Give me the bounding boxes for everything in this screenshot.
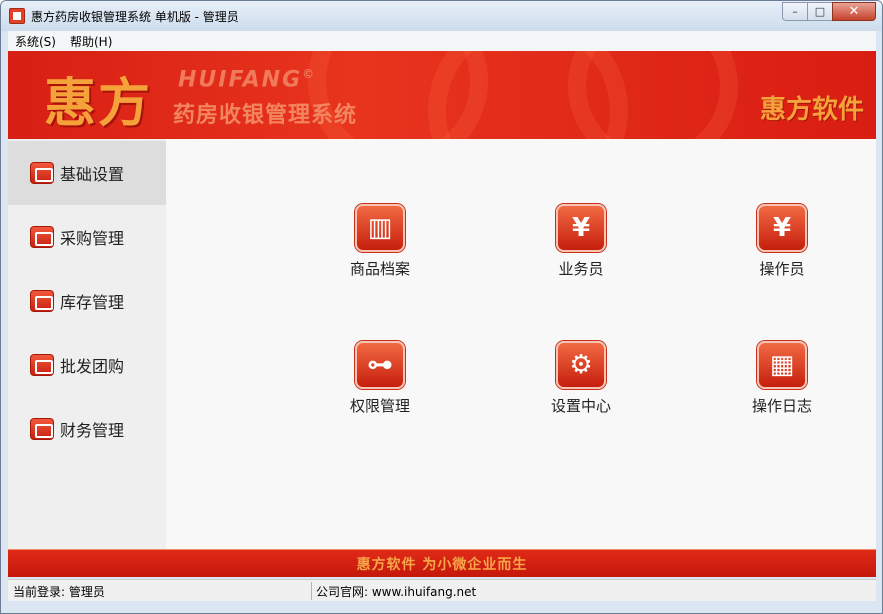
client-area: 惠方 HUIFANG© 药房收银管理系统 惠方软件 基础设置 采购管理 库存管理… — [8, 51, 876, 577]
minimize-button[interactable]: – — [782, 2, 808, 21]
tile-salesperson[interactable]: ¥ 业务员 — [511, 204, 651, 294]
tile-label: 商品档案 — [349, 260, 410, 278]
sidebar-item-label: 采购管理 — [60, 229, 125, 248]
product-files-icon: ▥ — [355, 204, 405, 252]
tile-operator[interactable]: ¥ 操作员 — [712, 204, 852, 294]
tile-glyph: ▦ — [769, 350, 795, 380]
log-table-icon: ▦ — [757, 341, 807, 389]
banner-decoration — [568, 51, 738, 139]
tile-label: 业务员 — [558, 260, 604, 278]
sidebar: 基础设置 采购管理 库存管理 批发团购 财务管理 — [8, 139, 166, 549]
status-bar: 当前登录: 管理员 公司官网: www.ihuifang.net — [8, 579, 876, 601]
sidebar-item-basic-settings[interactable]: 基础设置 — [8, 141, 166, 205]
tile-product-files[interactable]: ▥ 商品档案 — [310, 204, 450, 294]
tile-glyph: ⚙ — [569, 350, 593, 380]
sidebar-item-finance[interactable]: 财务管理 — [8, 397, 166, 461]
wholesale-icon — [30, 354, 54, 376]
window-controls: – □ ✕ — [782, 2, 876, 21]
app-icon — [9, 8, 25, 24]
purchase-icon — [30, 226, 54, 248]
logo-en-text: HUIFANG — [178, 67, 303, 93]
salesperson-icon: ¥ — [556, 204, 606, 252]
permission-icon: ⊶ — [355, 341, 405, 389]
sidebar-item-purchase[interactable]: 采购管理 — [8, 205, 166, 269]
tile-glyph: ▥ — [367, 213, 393, 243]
system-subtitle: 药房收银管理系统 — [173, 103, 358, 128]
sidebar-item-label: 库存管理 — [60, 293, 125, 312]
tile-permission[interactable]: ⊶ 权限管理 — [310, 341, 450, 431]
sidebar-item-label: 批发团购 — [60, 357, 125, 376]
tile-label: 操作日志 — [751, 397, 812, 415]
menu-system[interactable]: 系统(S) — [8, 33, 63, 50]
title-bar[interactable]: 惠方药房收银管理系统 单机版 - 管理员 – □ ✕ — [1, 1, 882, 31]
sidebar-item-label: 财务管理 — [60, 421, 125, 440]
close-button[interactable]: ✕ — [832, 2, 876, 21]
sidebar-item-label: 基础设置 — [60, 165, 125, 184]
footer-banner: 惠方软件 为小微企业而生 — [8, 549, 876, 577]
header-banner: 惠方 HUIFANG© 药房收银管理系统 惠方软件 — [8, 51, 876, 139]
sidebar-item-inventory[interactable]: 库存管理 — [8, 269, 166, 333]
logo-cn: 惠方 — [44, 73, 153, 134]
status-login: 当前登录: 管理员 — [13, 585, 105, 599]
operator-icon: ¥ — [757, 204, 807, 252]
menu-help[interactable]: 帮助(H) — [63, 33, 119, 50]
finance-icon — [30, 418, 54, 440]
logo-en: HUIFANG© — [178, 67, 316, 92]
status-divider — [311, 582, 312, 600]
logo-mark: © — [302, 67, 317, 81]
tile-glyph: ⊶ — [367, 350, 393, 380]
brand-name: 惠方软件 — [759, 95, 864, 125]
gear-icon: ⚙ — [556, 341, 606, 389]
sidebar-item-wholesale[interactable]: 批发团购 — [8, 333, 166, 397]
tile-glyph: ¥ — [571, 213, 591, 243]
main-content: ▥ 商品档案 ¥ 业务员 ¥ 操作员 ⊶ 权限管理 ⚙ 设置中心 ▦ 操作日志 — [166, 139, 876, 549]
inventory-icon — [30, 290, 54, 312]
status-website: 公司官网: www.ihuifang.net — [316, 585, 477, 599]
menu-bar: 系统(S) 帮助(H) — [8, 31, 876, 51]
tile-operation-log[interactable]: ▦ 操作日志 — [712, 341, 852, 431]
window-title: 惠方药房收银管理系统 单机版 - 管理员 — [31, 10, 239, 24]
tile-label: 操作员 — [759, 260, 805, 278]
app-window: 惠方药房收银管理系统 单机版 - 管理员 – □ ✕ 系统(S) 帮助(H) 惠… — [0, 0, 883, 614]
tile-label: 设置中心 — [550, 397, 611, 415]
tile-glyph: ¥ — [772, 213, 792, 243]
footer-slogan: 惠方软件 为小微企业而生 — [356, 556, 528, 573]
tile-settings-center[interactable]: ⚙ 设置中心 — [511, 341, 651, 431]
settings-icon — [30, 162, 54, 184]
maximize-button[interactable]: □ — [807, 2, 833, 21]
tile-label: 权限管理 — [349, 397, 410, 415]
